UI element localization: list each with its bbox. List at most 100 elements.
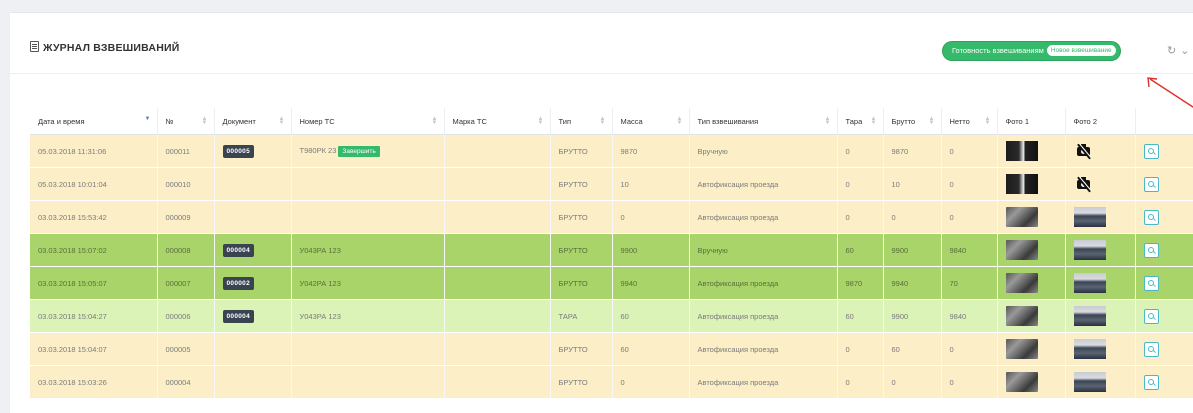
column-header-brand[interactable]: Марка ТС ▲ ▼ <box>444 108 551 135</box>
photo-1-thumbnail[interactable] <box>1005 141 1038 161</box>
photo-1-thumbnail[interactable] <box>1005 240 1038 260</box>
photo-1-thumbnail[interactable] <box>1005 273 1038 293</box>
column-header-netto[interactable]: Нетто ▲ ▼ <box>941 108 998 135</box>
view-details-button[interactable] <box>1143 143 1159 159</box>
column-header-mass[interactable]: Масса ▲ ▼ <box>612 108 690 135</box>
panel-header: ЖУРНАЛ ВЗВЕШИВАНИЙ Готовность взвешивани… <box>10 13 1193 74</box>
cell-date: 03.03.2018 15:07:02 <box>30 233 157 267</box>
refresh-icon[interactable]: ↻ <box>1167 45 1176 57</box>
document-badge[interactable]: 000005 <box>222 144 254 158</box>
view-details-button[interactable] <box>1143 374 1159 390</box>
photo-2-cell <box>1065 266 1135 300</box>
view-details-button[interactable] <box>1143 275 1159 291</box>
cell-number: 000008 <box>157 233 214 267</box>
cell-weighing-type: Автофиксация проезда <box>689 365 837 399</box>
cell-actions <box>1135 365 1193 399</box>
chevron-down-icon[interactable]: ⌄ <box>1180 45 1189 57</box>
column-header-num[interactable]: № ▲ ▼ <box>157 108 215 135</box>
column-header-label: Дата и время <box>38 116 85 126</box>
view-details-button[interactable] <box>1143 308 1159 324</box>
sort-icon[interactable]: ▲ ▼ <box>279 116 285 126</box>
table-row[interactable]: 03.03.2018 15:04:07 000005 БРУТТО 60 Автофик… <box>30 332 1193 366</box>
sort-icon[interactable]: ▲ ▼ <box>538 116 544 126</box>
table-row[interactable]: 03.03.2018 15:03:26 000004 БРУТТО 0 Автофикс… <box>30 365 1193 399</box>
sort-icon[interactable]: ▲ ▼ <box>432 116 438 126</box>
table-row[interactable]: 03.03.2018 15:53:42 000009 БРУТТО 0 Автофикс… <box>30 200 1193 234</box>
cell-number: 000011 <box>157 134 214 168</box>
photo-2-cell <box>1065 167 1135 201</box>
photo-1-thumbnail[interactable] <box>1005 372 1038 392</box>
document-badge[interactable]: 000004 <box>222 309 254 323</box>
photo-2-thumbnail[interactable] <box>1073 273 1106 293</box>
cell-netto: 0 <box>941 134 997 168</box>
no-photo-icon <box>1074 141 1094 161</box>
table-row[interactable]: 03.03.2018 15:04:27 000006 000004 У043РА 12… <box>30 299 1193 333</box>
column-header-label: Фото 1 <box>1005 116 1030 126</box>
sort-icon[interactable]: ▲ ▼ <box>202 116 208 126</box>
cell-plate <box>291 365 444 399</box>
document-badge[interactable]: 000002 <box>222 276 254 290</box>
photo-2-cell <box>1065 233 1135 267</box>
cell-netto: 0 <box>941 167 997 201</box>
column-header-date[interactable]: Дата и время ▼ <box>30 108 158 135</box>
sort-icon[interactable]: ▲ ▼ <box>677 116 683 126</box>
panel-tools: ↻ ⌄ <box>1167 44 1193 57</box>
sort-icon[interactable]: ▲ ▼ <box>985 116 991 126</box>
column-header-tare[interactable]: Тара ▲ ▼ <box>837 108 884 135</box>
cell-document <box>214 200 291 234</box>
sort-icon[interactable]: ▲ ▼ <box>929 116 935 126</box>
photo-1-thumbnail[interactable] <box>1005 174 1038 194</box>
sort-desc-icon[interactable]: ▼ <box>145 116 151 122</box>
cell-brand <box>444 266 550 300</box>
column-header-type[interactable]: Тип ▲ ▼ <box>550 108 613 135</box>
table-header-row: Дата и время ▼ № ▲ ▼ Документ ▲ ▼ Номер ТС ▲ ▼ Марк… <box>30 108 1193 135</box>
table-row[interactable]: 03.03.2018 15:07:02 000008 000004 У043РА 12… <box>30 233 1193 267</box>
column-header-brutto[interactable]: Брутто ▲ ▼ <box>883 108 942 135</box>
photo-2-thumbnail[interactable] <box>1073 240 1106 260</box>
photo-2-thumbnail[interactable] <box>1073 372 1106 392</box>
photo-2-thumbnail[interactable] <box>1073 339 1106 359</box>
cell-plate <box>291 167 444 201</box>
column-header-label: Фото 2 <box>1073 116 1098 126</box>
view-details-button[interactable] <box>1143 341 1159 357</box>
cell-brutto: 10 <box>883 167 941 201</box>
column-header-plate[interactable]: Номер ТС ▲ ▼ <box>291 108 445 135</box>
cell-weighing-type: Автофиксация проезда <box>689 299 837 333</box>
photo-1-thumbnail[interactable] <box>1005 339 1038 359</box>
cell-mass: 9870 <box>612 134 689 168</box>
table-row[interactable]: 05.03.2018 10:01:04 000010 БРУТТО 10 Автофик… <box>30 167 1193 201</box>
cell-document <box>214 332 291 366</box>
sort-icon[interactable]: ▲ ▼ <box>600 116 606 126</box>
photo-2-thumbnail[interactable] <box>1073 207 1106 227</box>
cell-netto: 0 <box>941 200 997 234</box>
view-details-button[interactable] <box>1143 242 1159 258</box>
panel-title-text: ЖУРНАЛ ВЗВЕШИВАНИЙ <box>43 42 180 54</box>
column-header-wtype[interactable]: Тип взвешивания ▲ ▼ <box>689 108 838 135</box>
document-badge[interactable]: 000004 <box>222 243 254 257</box>
cell-type: БРУТТО <box>550 332 612 366</box>
view-details-button[interactable] <box>1143 176 1159 192</box>
cell-weighing-type: Автофиксация проезда <box>689 200 837 234</box>
sort-icon[interactable]: ▲ ▼ <box>825 116 831 126</box>
photo-2-cell <box>1065 200 1135 234</box>
journal-icon <box>30 41 39 52</box>
weighing-readiness-button[interactable]: Готовность взвешиваниям Новое взвешивание <box>943 42 1120 60</box>
photo-1-thumbnail[interactable] <box>1005 306 1038 326</box>
photo-2-cell <box>1065 332 1135 366</box>
finish-button[interactable]: Завершить <box>338 145 380 157</box>
cell-date: 03.03.2018 15:03:26 <box>30 365 157 399</box>
cell-document <box>214 167 291 201</box>
cell-netto: 0 <box>941 332 997 366</box>
cell-brand <box>444 365 550 399</box>
new-weighing-pill[interactable]: Новое взвешивание <box>1046 45 1116 56</box>
cell-type: БРУТТО <box>550 200 612 234</box>
table-row[interactable]: 05.03.2018 11:31:06 000011 000005 Т980РК 23… <box>30 134 1193 168</box>
weighing-table: Дата и время ▼ № ▲ ▼ Документ ▲ ▼ Номер ТС ▲ ▼ Марк… <box>30 108 1193 399</box>
sort-icon[interactable]: ▲ ▼ <box>871 116 877 126</box>
photo-2-thumbnail[interactable] <box>1073 306 1106 326</box>
cell-plate: Т980РК 23 Завершить <box>291 134 444 168</box>
photo-1-thumbnail[interactable] <box>1005 207 1038 227</box>
column-header-doc[interactable]: Документ ▲ ▼ <box>214 108 292 135</box>
view-details-button[interactable] <box>1143 209 1159 225</box>
table-row[interactable]: 03.03.2018 15:05:07 000007 000002 У042РА 12… <box>30 266 1193 300</box>
